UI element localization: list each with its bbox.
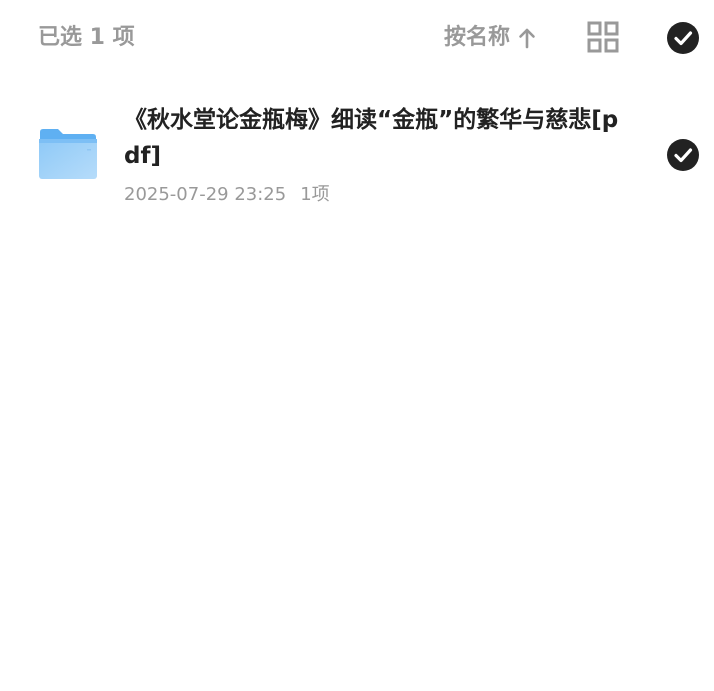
selected-count-label: 已选 1 项 — [38, 25, 135, 50]
item-select-check[interactable] — [667, 139, 699, 171]
file-item-count: 1项 — [300, 184, 330, 205]
file-meta: 2025-07-29 23:25 1项 — [124, 182, 330, 208]
folder-icon — [39, 129, 97, 179]
list-item[interactable]: 《秋水堂论金瓶梅》细读“金瓶”的繁华与慈悲[pdf] 2025-07-29 23… — [0, 96, 714, 216]
select-all-check-button[interactable] — [667, 22, 699, 54]
check-circle-icon — [674, 31, 693, 46]
selection-toolbar: 已选 1 项 按名称 — [0, 0, 714, 76]
sort-label: 按名称 — [444, 25, 511, 50]
file-name[interactable]: 《秋水堂论金瓶梅》细读“金瓶”的繁华与慈悲[pdf] — [124, 102, 624, 174]
file-date: 2025-07-29 23:25 — [124, 184, 287, 205]
sort-by-name-button[interactable]: 按名称 — [444, 22, 536, 54]
arrow-up-icon — [519, 28, 535, 49]
grid-view-icon[interactable] — [587, 21, 619, 53]
check-circle-icon — [674, 148, 693, 163]
